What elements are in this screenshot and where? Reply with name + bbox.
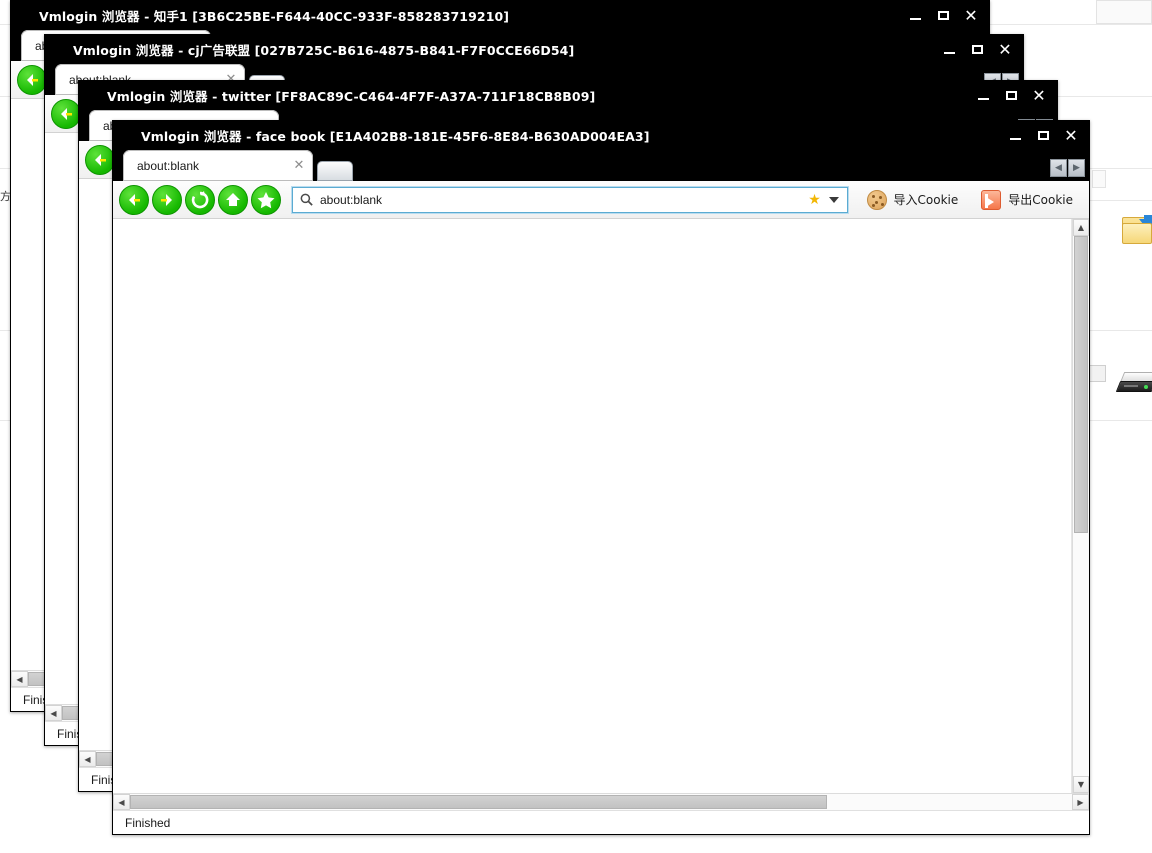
download-folder-icon[interactable] <box>1122 215 1152 247</box>
window-titlebar[interactable]: Vmlogin 浏览器 - cj广告联盟 [027B725C-B616-4875… <box>45 35 1023 64</box>
scroll-right-arrow[interactable]: ▶ <box>1072 794 1089 810</box>
close-button[interactable]: ✕ <box>957 4 985 28</box>
drive-icon[interactable] <box>1115 372 1152 394</box>
scroll-down-arrow[interactable]: ▼ <box>1073 776 1089 793</box>
address-bar-text[interactable]: about:blank <box>314 193 806 207</box>
window-controls[interactable]: ✕ <box>969 81 1053 110</box>
bg-panel-topright <box>1096 0 1152 24</box>
window-title: Vmlogin 浏览器 - face book [E1A402B8-181E-4… <box>141 129 650 144</box>
horizontal-scrollbar[interactable]: ◀ ▶ <box>113 793 1089 810</box>
status-text: Finished <box>125 815 171 830</box>
vertical-scroll-thumb[interactable] <box>1074 236 1088 533</box>
window-title: Vmlogin 浏览器 - 知手1 [3B6C25BE-F644-40CC-93… <box>39 9 510 24</box>
page-canvas[interactable] <box>113 219 1072 793</box>
scroll-left-arrow[interactable]: ◀ <box>45 705 62 721</box>
close-button[interactable]: ✕ <box>1025 84 1053 108</box>
tab-close-icon[interactable]: ✕ <box>291 158 307 174</box>
address-bar[interactable]: about:blank ★ <box>292 186 848 213</box>
window-controls[interactable]: ✕ <box>935 35 1019 64</box>
horizontal-scroll-track[interactable] <box>130 794 1072 810</box>
status-bar: Finished <box>113 810 1089 834</box>
chevron-down-icon[interactable] <box>824 196 844 203</box>
import-cookie-label: 导入Cookie <box>893 193 959 207</box>
minimize-button[interactable] <box>969 84 997 108</box>
export-cookie-label: 导出Cookie <box>1008 193 1073 207</box>
cookie-icon <box>866 189 887 210</box>
vertical-scrollbar[interactable]: ▲ ▼ <box>1072 219 1089 793</box>
reload-button[interactable] <box>185 184 215 215</box>
close-button[interactable]: ✕ <box>991 38 1019 62</box>
search-icon <box>300 193 313 206</box>
maximize-button[interactable] <box>1029 124 1057 148</box>
window-titlebar[interactable]: Vmlogin 浏览器 - 知手1 [3B6C25BE-F644-40CC-93… <box>11 1 989 30</box>
scroll-up-arrow[interactable]: ▲ <box>1073 219 1089 236</box>
tab-strip[interactable]: about:blank ✕ ◀ ▶ <box>113 150 1089 181</box>
tab-scroll-buttons[interactable]: ◀ ▶ <box>1050 159 1085 177</box>
browser-tab[interactable]: about:blank ✕ <box>123 150 313 181</box>
forward-button[interactable] <box>152 184 182 215</box>
bookmark-star-icon[interactable]: ★ <box>806 191 824 208</box>
maximize-button[interactable] <box>929 4 957 28</box>
window-title: Vmlogin 浏览器 - twitter [FF8AC89C-C464-4F7… <box>107 89 596 104</box>
tab-scroll-left[interactable]: ◀ <box>1050 159 1067 177</box>
vertical-scroll-track[interactable] <box>1073 236 1089 776</box>
home-button[interactable] <box>218 184 248 215</box>
minimize-button[interactable] <box>901 4 929 28</box>
back-button[interactable] <box>17 64 47 95</box>
browser-toolbar[interactable]: about:blank ★ 导入Cookie 导出Cookie <box>113 181 1089 219</box>
minimize-button[interactable] <box>1001 124 1029 148</box>
window-body: about:blank ✕ ◀ ▶ <box>113 150 1089 834</box>
export-icon <box>981 189 1002 210</box>
maximize-button[interactable] <box>963 38 991 62</box>
favorites-button[interactable] <box>251 184 281 215</box>
tab-label: about:blank <box>137 158 200 173</box>
back-button[interactable] <box>85 144 115 175</box>
window-titlebar[interactable]: Vmlogin 浏览器 - face book [E1A402B8-181E-4… <box>113 121 1089 150</box>
desktop-mini-box <box>1089 365 1106 382</box>
window-controls[interactable]: ✕ <box>1001 121 1085 150</box>
scroll-left-arrow[interactable]: ◀ <box>11 671 28 687</box>
close-button[interactable]: ✕ <box>1057 124 1085 148</box>
back-button[interactable] <box>51 98 81 129</box>
drive-led <box>1144 385 1148 389</box>
window-controls[interactable]: ✕ <box>901 1 985 30</box>
minimize-button[interactable] <box>935 38 963 62</box>
window-title: Vmlogin 浏览器 - cj广告联盟 [027B725C-B616-4875… <box>73 43 575 58</box>
maximize-button[interactable] <box>997 84 1025 108</box>
horizontal-scroll-thumb[interactable] <box>130 795 828 809</box>
browser-window-facebook[interactable]: Vmlogin 浏览器 - face book [E1A402B8-181E-4… <box>112 120 1090 835</box>
import-cookie-button[interactable]: 导入Cookie <box>857 185 969 215</box>
drive-slot <box>1124 385 1138 387</box>
new-tab-button[interactable] <box>317 161 353 181</box>
scroll-left-arrow[interactable]: ◀ <box>113 794 130 810</box>
export-cookie-button[interactable]: 导出Cookie <box>971 185 1083 215</box>
page-content-area[interactable]: ▲ ▼ <box>113 219 1089 793</box>
tab-scroll-right[interactable]: ▶ <box>1068 159 1085 177</box>
bg-scroll-stub <box>1092 170 1106 188</box>
folder-front <box>1122 223 1152 244</box>
back-button[interactable] <box>119 184 149 215</box>
scroll-left-arrow[interactable]: ◀ <box>79 751 96 767</box>
window-titlebar[interactable]: Vmlogin 浏览器 - twitter [FF8AC89C-C464-4F7… <box>79 81 1057 110</box>
